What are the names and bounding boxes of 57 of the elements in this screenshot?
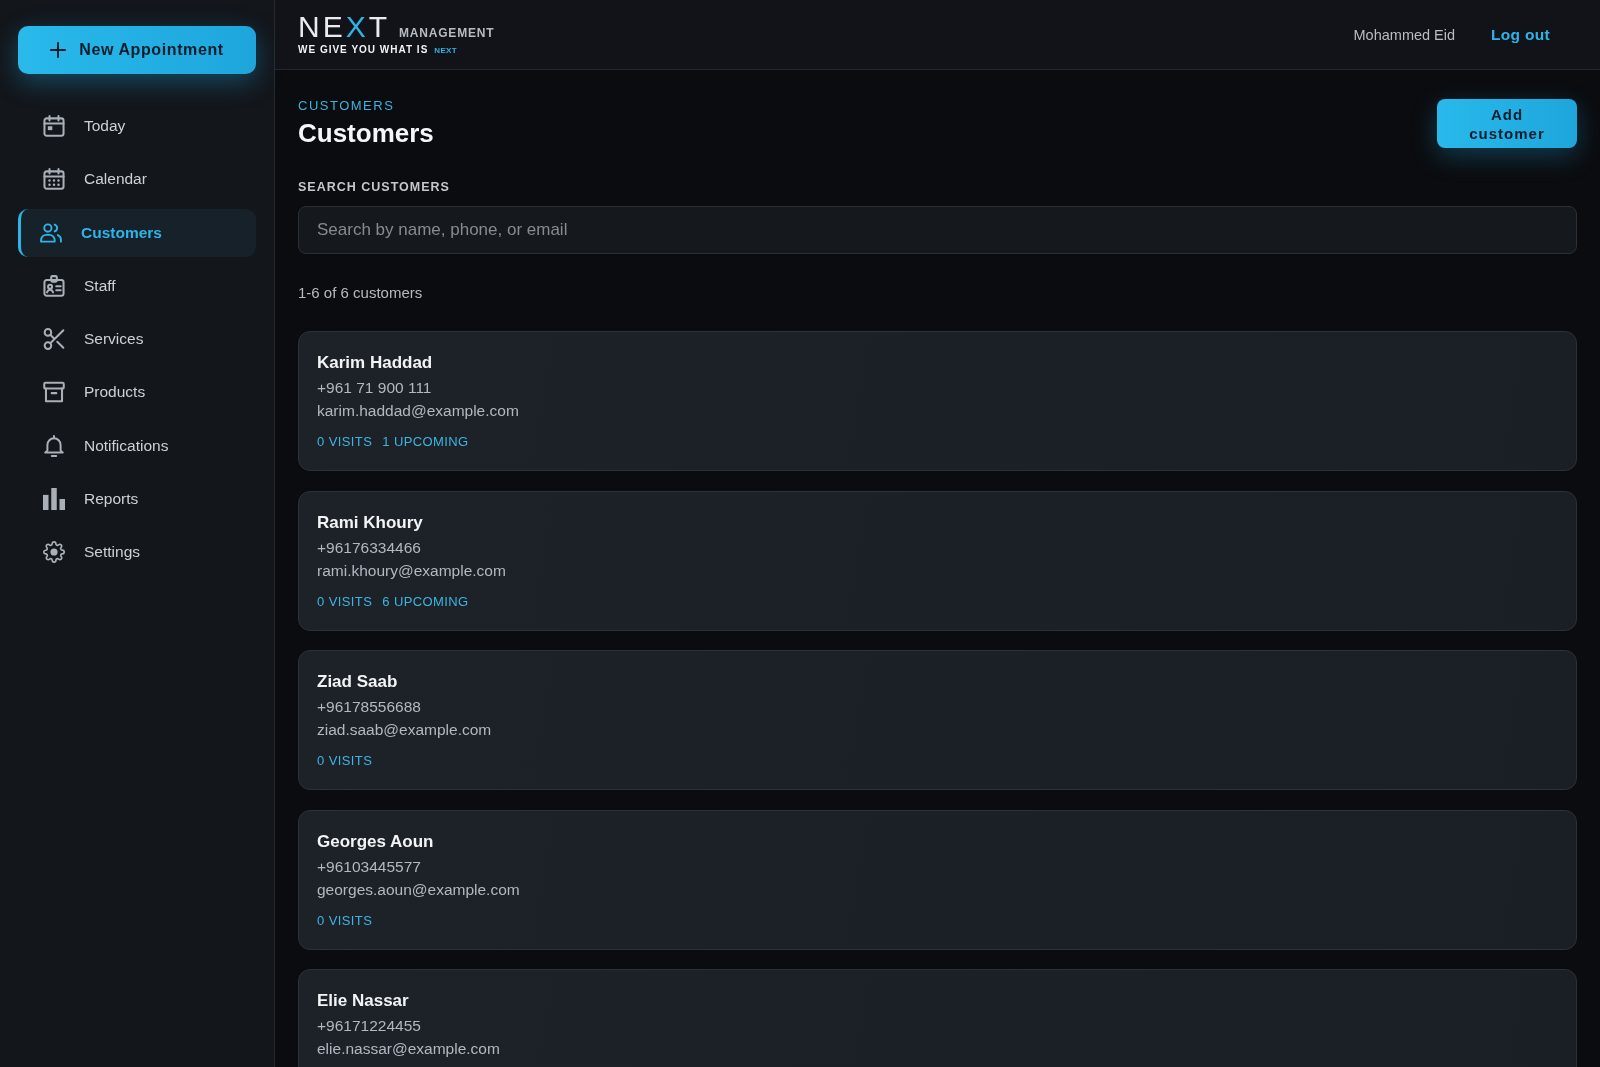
sidebar-nav-item[interactable]: Calendar <box>18 155 256 204</box>
customer-card[interactable]: Rami Khoury +96176334466 rami.khoury@example.com 0 VISITS 6 UPCOMING <box>298 490 1577 631</box>
sidebar-nav-item[interactable]: Reports <box>18 475 256 524</box>
logo-tagline-accent: NEXT <box>434 45 457 55</box>
customer-email: rami.khoury@example.com <box>317 560 507 581</box>
customer-phone: +96103445577 <box>317 856 422 877</box>
customer-stat: 0 VISITS <box>317 593 373 610</box>
settings-icon <box>43 541 65 564</box>
users-icon <box>40 221 62 244</box>
customer-stat: 6 UPCOMING <box>382 593 469 610</box>
customer-email: elie.nassar@example.com <box>317 1039 501 1059</box>
customer-name: Elie Nassar <box>317 990 410 1012</box>
add-customer-button[interactable]: Add customer <box>1437 99 1577 148</box>
customer-phone: +961 71 900 111 <box>317 378 433 398</box>
scissors-icon <box>43 328 65 351</box>
user-name: Mohammed Eid <box>1353 26 1456 43</box>
customer-phone: +96178556688 <box>317 697 422 717</box>
search-field[interactable]: Search by name, phone, or email <box>298 206 1577 254</box>
customer-name: Georges Aoun <box>317 830 435 853</box>
customer-phone: +96171224455 <box>317 1016 422 1036</box>
customer-stat: 0 VISITS <box>317 434 373 450</box>
customer-card[interactable]: Georges Aoun +96103445577 georges.aoun@example.com 0 VISITS <box>298 809 1577 950</box>
sidebar-nav-item[interactable]: Services <box>18 315 256 364</box>
calendar-icon <box>43 168 65 191</box>
sidebar-nav-item[interactable]: Today <box>18 102 256 150</box>
sidebar-nav-item[interactable]: Products <box>18 368 256 417</box>
sidebar-nav-item[interactable]: Notifications <box>18 421 256 470</box>
customer-email: karim.haddad@example.com <box>317 401 520 421</box>
customer-email: georges.aoun@example.com <box>317 879 521 900</box>
customer-name: Rami Khoury <box>317 511 424 534</box>
new-appointment-button[interactable]: New Appointment <box>18 26 256 74</box>
logo-subtitle: MANAGEMENT <box>399 25 495 40</box>
customer-card[interactable]: Ziad Saab +96178556688 ziad.saab@example.com 0 VISITS <box>298 650 1577 790</box>
customer-stat: 0 VISITS <box>317 753 373 769</box>
sidebar-nav-item[interactable]: Customers <box>18 208 256 257</box>
breadcrumb: CUSTOMERS <box>298 98 396 114</box>
customer-stat: 0 VISITS <box>317 912 373 929</box>
result-count: 1-6 of 6 customers <box>298 283 424 303</box>
archive-box-icon <box>43 381 65 404</box>
customer-stat: 1 UPCOMING <box>382 434 469 450</box>
customer-card[interactable]: Karim Haddad +961 71 900 111 karim.haddad@example.com 0 VISITS 1 UPCOMING <box>298 331 1577 471</box>
customer-phone: +96176334466 <box>317 537 422 558</box>
bell-icon <box>43 434 65 457</box>
logout-link[interactable]: Log out <box>1491 25 1550 44</box>
search-label: SEARCH CUSTOMERS <box>298 179 451 195</box>
logo-tagline: WE GIVE YOU WHAT IS <box>298 43 429 55</box>
id-badge-icon <box>43 274 65 297</box>
page-title: Customers <box>298 117 434 149</box>
customer-name: Karim Haddad <box>317 352 434 374</box>
sidebar-nav-item[interactable]: Settings <box>18 528 256 577</box>
plus-icon <box>50 42 67 58</box>
bar-chart-icon <box>43 488 65 511</box>
customer-name: Ziad Saab <box>317 671 399 693</box>
customer-card[interactable]: Elie Nassar +96171224455 elie.nassar@example.com <box>298 969 1577 1067</box>
sidebar-nav-item[interactable]: Staff <box>18 261 256 310</box>
logo-wordmark: NEXT <box>298 12 391 41</box>
customer-email: ziad.saab@example.com <box>317 720 493 740</box>
